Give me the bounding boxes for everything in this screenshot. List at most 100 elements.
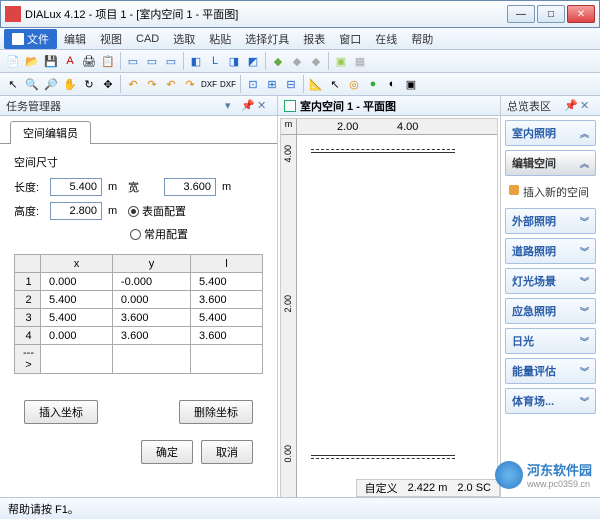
- sidebar-item-road[interactable]: 道路照明︾: [505, 238, 596, 264]
- task-manager-title: 任务管理器: [6, 98, 61, 114]
- redo-icon[interactable]: ↷: [143, 75, 161, 93]
- snap1-icon[interactable]: ⊡: [244, 75, 262, 93]
- task-manager-panel: 任务管理器 ▾ 📌 ✕ 空间编辑员 空间尺寸 长度: m 宽 m 高度: m: [0, 96, 278, 516]
- canvas-statusbar: 自定义 2.422 m 2.0 SC: [356, 479, 500, 497]
- save-icon[interactable]: 💾: [42, 52, 60, 70]
- coordinates-table[interactable]: x y l 10.000-0.0005.400 25.4000.0003.600…: [14, 254, 263, 374]
- undo2-icon[interactable]: ↶: [162, 75, 180, 93]
- canvas-panel: 室内空间 1 - 平面图 m 2.00 4.00 4.00 2.00 0.00 …: [278, 96, 500, 516]
- undo-icon[interactable]: ↶: [124, 75, 142, 93]
- menu-bar: 文件 编辑 视图 CAD 选取 粘贴 选择灯具 报表 窗口 在线 帮助: [0, 28, 600, 50]
- cube3-icon[interactable]: ▭: [162, 52, 180, 70]
- pick1-icon[interactable]: ↖: [326, 75, 344, 93]
- sidebar-subitem-insert[interactable]: 插入新的空间: [505, 180, 596, 204]
- table-row: 40.0003.6003.600: [15, 327, 263, 345]
- radio-common[interactable]: 常用配置: [130, 226, 188, 242]
- width-label: 宽: [128, 179, 158, 195]
- menu-cad[interactable]: CAD: [129, 31, 166, 47]
- sidebar-item-editspace[interactable]: 编辑空间︽: [505, 150, 596, 176]
- new-icon[interactable]: 📄: [4, 52, 22, 70]
- insert-coord-button[interactable]: 插入坐标: [24, 400, 98, 424]
- view2-icon[interactable]: L: [206, 52, 224, 70]
- delete-coord-button[interactable]: 删除坐标: [179, 400, 253, 424]
- zoom-icon[interactable]: 🔍: [23, 75, 41, 93]
- dxf2-icon[interactable]: DXF: [219, 75, 237, 93]
- menu-report[interactable]: 报表: [296, 29, 332, 49]
- width-unit: m: [222, 181, 236, 193]
- window-title: DIALux 4.12 - 项目 1 - [室内空间 1 - 平面图]: [25, 6, 507, 22]
- menu-help[interactable]: 帮助: [404, 29, 440, 49]
- redo2-icon[interactable]: ↷: [181, 75, 199, 93]
- toolbar-row-1: 📄 📂 💾 A 🖨 📋 ▭ ▭ ▭ ◧ L ◨ ◩ ◆ ◆ ◆ ▣ ▦: [0, 50, 600, 73]
- pick4-icon[interactable]: ◐: [383, 75, 401, 93]
- title-bar: DIALux 4.12 - 项目 1 - [室内空间 1 - 平面图] — □ …: [0, 0, 600, 28]
- menu-window[interactable]: 窗口: [332, 29, 368, 49]
- menu-paste[interactable]: 粘贴: [202, 29, 238, 49]
- chevron-down-icon: ︾: [580, 305, 589, 318]
- snap2-icon[interactable]: ⊞: [263, 75, 281, 93]
- drawing-canvas[interactable]: m 2.00 4.00 4.00 2.00 0.00: [280, 118, 498, 514]
- menu-edit[interactable]: 编辑: [57, 29, 93, 49]
- open-icon[interactable]: 📂: [23, 52, 41, 70]
- ruler-horizontal: 2.00 4.00: [297, 119, 497, 135]
- panel-close-icon[interactable]: ✕: [257, 99, 271, 113]
- menu-file[interactable]: 文件: [4, 29, 57, 49]
- shape1-icon[interactable]: ◆: [269, 52, 287, 70]
- panel-pin-icon[interactable]: 📌: [241, 99, 255, 113]
- rotate-icon[interactable]: ↻: [80, 75, 98, 93]
- width-input[interactable]: [164, 178, 216, 196]
- height-input[interactable]: [50, 202, 102, 220]
- zoomout-icon[interactable]: 🔎: [42, 75, 60, 93]
- cursor-icon[interactable]: ↖: [4, 75, 22, 93]
- length-input[interactable]: [50, 178, 102, 196]
- pan-icon[interactable]: ✋: [61, 75, 79, 93]
- shape2-icon[interactable]: ◆: [288, 52, 306, 70]
- radio-surface[interactable]: 表面配置: [128, 203, 186, 219]
- maximize-button[interactable]: □: [537, 5, 565, 23]
- chevron-down-icon: ︾: [580, 395, 589, 408]
- cube1-icon[interactable]: ▭: [124, 52, 142, 70]
- view4-icon[interactable]: ◩: [244, 52, 262, 70]
- menu-view[interactable]: 视图: [93, 29, 129, 49]
- sidebar-item-emergency[interactable]: 应急照明︾: [505, 298, 596, 324]
- overview-pin-icon[interactable]: 📌: [564, 99, 578, 113]
- view3-icon[interactable]: ◨: [225, 52, 243, 70]
- measure-icon[interactable]: 📐: [307, 75, 325, 93]
- pdf-icon[interactable]: A: [61, 52, 79, 70]
- overview-title: 总览表区: [507, 98, 551, 114]
- copy-icon[interactable]: 📋: [99, 52, 117, 70]
- cancel-button[interactable]: 取消: [201, 440, 253, 464]
- tab-space-editor[interactable]: 空间编辑员: [10, 121, 91, 144]
- pick2-icon[interactable]: ◎: [345, 75, 363, 93]
- pick3-icon[interactable]: ●: [364, 75, 382, 93]
- shape3-icon[interactable]: ◆: [307, 52, 325, 70]
- file-icon: [12, 33, 24, 45]
- canvas-title: 室内空间 1 - 平面图: [300, 98, 396, 114]
- sidebar-item-energy[interactable]: 能量评估︾: [505, 358, 596, 384]
- print-icon[interactable]: 🖨: [80, 52, 98, 70]
- pick5-icon[interactable]: ▣: [402, 75, 420, 93]
- sidebar-item-scene[interactable]: 灯光场景︾: [505, 268, 596, 294]
- render-icon[interactable]: ▣: [332, 52, 350, 70]
- sidebar-item-daylight[interactable]: 日光︾: [505, 328, 596, 354]
- move-icon[interactable]: ✥: [99, 75, 117, 93]
- menu-online[interactable]: 在线: [368, 29, 404, 49]
- panel-dropdown-icon[interactable]: ▾: [225, 99, 239, 113]
- dxf-icon[interactable]: DXF: [200, 75, 218, 93]
- close-button[interactable]: ✕: [567, 5, 595, 23]
- sidebar-item-outdoor[interactable]: 外部照明︾: [505, 208, 596, 234]
- texture-icon[interactable]: ▦: [351, 52, 369, 70]
- overview-close-icon[interactable]: ✕: [580, 99, 594, 113]
- minimize-button[interactable]: —: [507, 5, 535, 23]
- view1-icon[interactable]: ◧: [187, 52, 205, 70]
- menu-select[interactable]: 选取: [166, 29, 202, 49]
- chevron-down-icon: ︾: [580, 215, 589, 228]
- sidebar-item-sports[interactable]: 体育场...︾: [505, 388, 596, 414]
- cube2-icon[interactable]: ▭: [143, 52, 161, 70]
- th-y: y: [112, 255, 190, 273]
- watermark: 河东软件园 www.pc0359.cn: [495, 460, 592, 489]
- ok-button[interactable]: 确定: [141, 440, 193, 464]
- snap3-icon[interactable]: ⊟: [282, 75, 300, 93]
- sidebar-item-indoor[interactable]: 室内照明︽: [505, 120, 596, 146]
- menu-luminaires[interactable]: 选择灯具: [238, 29, 296, 49]
